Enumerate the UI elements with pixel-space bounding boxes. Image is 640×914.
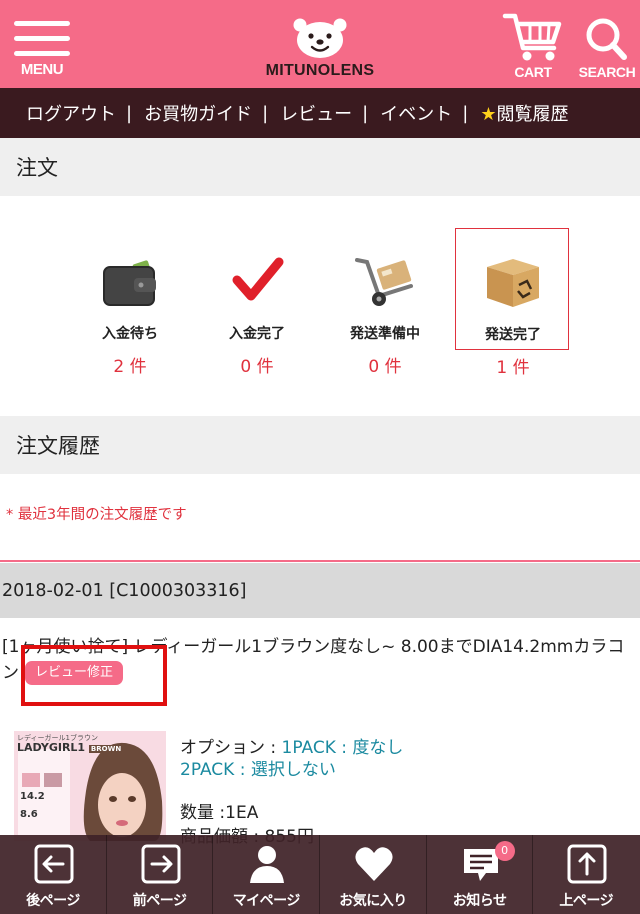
nav-review[interactable]: レビュー xyxy=(280,100,352,126)
order-section-header: 注文 xyxy=(0,138,640,196)
notification-badge: 0 xyxy=(494,841,515,861)
nav-shopping-guide[interactable]: お買物ガイド xyxy=(144,100,252,126)
menu-label: MENU xyxy=(20,61,64,78)
menu-icon-line xyxy=(14,51,70,56)
box-icon xyxy=(487,259,539,307)
status-count: 2 件 xyxy=(113,357,147,377)
order-header[interactable]: 2018-02-01 [C1000303316] xyxy=(0,563,640,618)
thumb-brand-text: LADYGIRL1 xyxy=(17,741,86,754)
checkmark-icon xyxy=(232,257,284,301)
nav-separator: | xyxy=(126,102,133,124)
heart-icon xyxy=(355,847,393,881)
cart-icon xyxy=(502,13,562,61)
bottom-nav-label: 前ページ xyxy=(132,893,187,909)
nav-history-label: 閲覧履歴 xyxy=(496,104,569,125)
bottom-nav-label: お気に入り xyxy=(339,893,407,909)
nav-event[interactable]: イベント xyxy=(380,100,452,126)
nav-browsing-history[interactable]: ★閲覧履歴 xyxy=(480,100,568,126)
status-count: 0 件 xyxy=(240,357,274,377)
wallet-icon xyxy=(103,260,156,306)
status-awaiting-payment[interactable]: 入金待ち 2 件 xyxy=(73,228,187,377)
user-icon xyxy=(250,846,285,883)
status-payment-complete[interactable]: 入金完了 0 件 xyxy=(200,228,314,377)
logo[interactable]: MITUNOLENS xyxy=(250,14,390,80)
highlight-box xyxy=(21,645,167,706)
status-count: 1 件 xyxy=(496,358,530,378)
history-notice: * 最近3年間の注文履歴です xyxy=(6,507,187,523)
status-shipped[interactable]: 発送完了 1 件 xyxy=(455,228,569,378)
status-label: 発送完了 xyxy=(485,327,541,343)
order-date-number: 2018-02-01 [C1000303316] xyxy=(2,580,247,601)
bottom-nav-label: 上ページ xyxy=(559,893,614,909)
forward-page-icon xyxy=(141,844,181,884)
thumb-bc: 8.6 xyxy=(20,809,38,820)
section-title: 注文 xyxy=(16,156,58,180)
section-title: 注文履歴 xyxy=(16,434,100,458)
bottom-nav-favorites[interactable]: お気に入り xyxy=(320,835,427,914)
back-page-icon xyxy=(34,844,74,884)
order-history-header: 注文履歴 xyxy=(0,416,640,474)
bottom-nav-bar: 後ページ 前ページ マイページ お気に入り 0 お知らせ 上ページ xyxy=(0,835,640,914)
search-icon xyxy=(586,18,627,60)
search-button[interactable]: SEARCH xyxy=(576,12,638,82)
product-thumbnail[interactable]: レディーガール1ブラウン LADYGIRL1 BROWN 14.2 8.6 xyxy=(14,731,166,841)
bottom-nav-label: お知らせ xyxy=(452,893,507,909)
cart-button[interactable]: CART xyxy=(502,12,564,82)
menu-icon-line xyxy=(14,36,70,41)
hand-truck-icon xyxy=(355,258,413,306)
nav-separator: | xyxy=(362,102,369,124)
bottom-nav-top[interactable]: 上ページ xyxy=(533,835,640,914)
status-label: 入金待ち xyxy=(102,326,158,342)
bottom-nav-label: 後ページ xyxy=(26,893,80,909)
menu-button[interactable]: MENU xyxy=(14,17,72,79)
bottom-nav-label: マイページ xyxy=(232,893,301,909)
thumb-dia: 14.2 xyxy=(20,791,45,802)
status-count: 0 件 xyxy=(368,357,402,377)
order-status-row: 入金待ち 2 件 入金完了 0 件 発送準備中 0 件 発送完了 1 件 xyxy=(0,196,640,416)
search-label: SEARCH xyxy=(578,64,636,80)
divider xyxy=(0,560,640,562)
top-nav-bar: ログアウト | お買物ガイド | レビュー | イベント | ★閲覧履歴 xyxy=(0,88,640,138)
option-value-2: 2PACK : 選択しない xyxy=(180,760,336,780)
status-label: 発送準備中 xyxy=(350,326,420,342)
bear-logo-icon xyxy=(293,18,347,58)
page-top-icon xyxy=(567,844,607,884)
thumb-brand: LADYGIRL1 BROWN xyxy=(17,741,124,754)
status-preparing-shipment[interactable]: 発送準備中 0 件 xyxy=(328,228,442,377)
nav-logout[interactable]: ログアウト xyxy=(26,100,116,126)
bottom-nav-notices[interactable]: 0 お知らせ xyxy=(427,835,534,914)
star-icon: ★ xyxy=(480,104,497,125)
status-label: 入金完了 xyxy=(229,326,285,342)
nav-separator: | xyxy=(262,102,269,124)
logo-text: MITUNOLENS xyxy=(265,62,375,79)
cart-label: CART xyxy=(514,64,552,80)
bottom-nav-back[interactable]: 後ページ xyxy=(0,835,107,914)
quantity: 数量 :1EA xyxy=(180,803,259,823)
bottom-nav-forward[interactable]: 前ページ xyxy=(107,835,214,914)
app-header: MENU MITUNOLENS CART SEARCH xyxy=(0,0,640,88)
menu-icon-line xyxy=(14,21,70,26)
bottom-nav-mypage[interactable]: マイページ xyxy=(213,835,320,914)
thumb-color: BROWN xyxy=(88,745,124,753)
nav-separator: | xyxy=(462,102,469,124)
